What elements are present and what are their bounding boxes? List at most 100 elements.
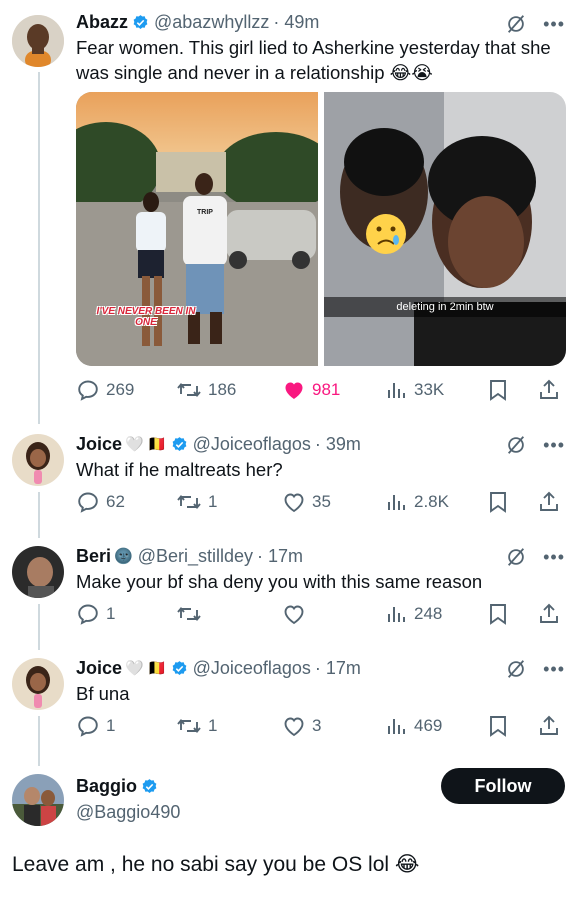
more-icon[interactable]: ••• xyxy=(543,436,565,454)
grok-icon[interactable] xyxy=(505,434,527,456)
author-name[interactable]: Joice xyxy=(76,434,122,455)
bookmark-button[interactable] xyxy=(488,714,508,738)
views-count: 469 xyxy=(414,716,443,735)
timestamp[interactable]: · 17m xyxy=(257,546,303,567)
reply-icon xyxy=(78,604,98,625)
repost-button[interactable]: 186 xyxy=(176,378,236,402)
reply-joice-2[interactable]: Joice 🤍 🇧🇪 @Joiceoflagos · 17m Bf una ••… xyxy=(0,656,579,746)
author-handle[interactable]: @Joiceoflagos xyxy=(193,658,311,679)
like-icon xyxy=(284,493,304,513)
verified-icon xyxy=(172,436,186,451)
more-icon[interactable]: ••• xyxy=(543,660,565,678)
verified-icon xyxy=(172,660,186,675)
author-name[interactable]: Abazz xyxy=(76,12,128,33)
share-button[interactable] xyxy=(538,490,560,514)
repost-icon xyxy=(177,607,201,621)
photo-right[interactable]: deleting in 2min btw xyxy=(324,92,566,366)
share-icon xyxy=(540,491,558,511)
avatar[interactable] xyxy=(12,15,64,67)
reply-button[interactable]: 62 xyxy=(76,490,125,514)
repost-count: 186 xyxy=(208,380,237,399)
like-button[interactable] xyxy=(282,602,306,626)
views-button[interactable]: 2.8K xyxy=(386,490,449,514)
share-button[interactable] xyxy=(538,602,560,626)
views-count: 248 xyxy=(414,604,443,623)
like-count: 981 xyxy=(312,380,341,399)
reply-joice-1[interactable]: Joice 🤍 🇧🇪 @Joiceoflagos · 39m What if h… xyxy=(0,432,579,522)
tweet-abazz[interactable]: Abazz @abazwhyllzz · 49m Fear women. Thi… xyxy=(0,10,579,410)
timestamp[interactable]: · 17m xyxy=(315,658,361,679)
emoji: 😂😭 xyxy=(389,62,433,83)
repost-button[interactable]: 1 xyxy=(176,490,217,514)
reply-icon xyxy=(78,492,98,513)
more-icon[interactable]: ••• xyxy=(543,15,565,33)
media-gallery[interactable]: TRIP I'VE NEVER BEEN IN ONE deleting in … xyxy=(76,92,566,366)
author-handle[interactable]: @Joiceoflagos xyxy=(193,434,311,455)
emoji: 😂 xyxy=(394,853,420,876)
bookmark-button[interactable] xyxy=(488,602,508,626)
author-name[interactable]: Joice xyxy=(76,658,122,679)
profile-emoji: 🤍 🇧🇪 xyxy=(125,436,167,453)
avatar[interactable] xyxy=(12,774,64,826)
repost-count: 1 xyxy=(208,492,218,511)
like-icon xyxy=(284,717,304,737)
like-button[interactable]: 3 xyxy=(282,714,321,738)
verified-icon xyxy=(133,14,148,29)
repost-icon xyxy=(177,495,201,509)
views-icon xyxy=(388,719,405,734)
author-name[interactable]: Beri xyxy=(76,546,111,567)
main-tweet-text: Leave am , he no sabi say you be OS lol … xyxy=(12,853,420,876)
avatar[interactable] xyxy=(12,434,64,486)
views-button[interactable]: 248 xyxy=(386,602,442,626)
reply-beri[interactable]: Beri 🌚 @Beri_stilldey · 17m Make your bf… xyxy=(0,544,579,634)
tweet-text: Make your bf sha deny you with this same… xyxy=(76,571,483,592)
tweet-actions: 269 186 981 33K xyxy=(76,376,565,404)
share-button[interactable] xyxy=(538,714,560,738)
like-count: 35 xyxy=(312,492,331,511)
grok-icon[interactable] xyxy=(505,13,527,35)
more-icon[interactable]: ••• xyxy=(543,548,565,566)
tweet-actions: 1 248 xyxy=(76,600,565,628)
author-handle[interactable]: @Beri_stilldey xyxy=(138,546,253,567)
video-caption: I'VE NEVER BEEN IN ONE xyxy=(96,306,196,328)
bookmark-button[interactable] xyxy=(488,378,508,402)
reply-button[interactable]: 269 xyxy=(76,378,134,402)
views-icon xyxy=(388,383,405,398)
views-button[interactable]: 469 xyxy=(386,714,442,738)
repost-button[interactable] xyxy=(176,602,202,626)
like-button[interactable]: 35 xyxy=(282,490,331,514)
bookmark-icon xyxy=(490,716,506,737)
author-handle[interactable]: @abazwhyllzz xyxy=(154,12,269,33)
reply-button[interactable]: 1 xyxy=(76,714,115,738)
views-icon xyxy=(388,495,405,510)
reply-count: 62 xyxy=(106,492,125,511)
profile-emoji: 🤍 🇧🇪 xyxy=(125,660,167,677)
timestamp[interactable]: · 39m xyxy=(315,434,361,455)
like-button[interactable]: 981 xyxy=(282,378,340,402)
reply-count: 269 xyxy=(106,380,135,399)
repost-icon xyxy=(177,383,201,397)
repost-button[interactable]: 1 xyxy=(176,714,217,738)
views-button[interactable]: 33K xyxy=(386,378,444,402)
follow-button[interactable]: Follow xyxy=(441,768,565,804)
reply-count: 1 xyxy=(106,716,116,735)
share-button[interactable] xyxy=(538,378,560,402)
share-icon xyxy=(540,715,558,735)
avatar[interactable] xyxy=(12,546,64,598)
repost-icon xyxy=(177,719,201,733)
tweet-text: Fear women. This girl lied to Asherkine … xyxy=(76,37,551,83)
timestamp[interactable]: · 49m xyxy=(273,12,319,33)
repost-count: 1 xyxy=(208,716,218,735)
bookmark-button[interactable] xyxy=(488,490,508,514)
reply-button[interactable]: 1 xyxy=(76,602,115,626)
grok-icon[interactable] xyxy=(505,658,527,680)
avatar[interactable] xyxy=(12,658,64,710)
snap-caption: deleting in 2min btw xyxy=(396,301,494,313)
share-icon xyxy=(540,379,558,399)
verified-icon xyxy=(142,778,157,793)
author-handle[interactable]: @Baggio490 xyxy=(76,802,180,823)
share-icon xyxy=(540,603,558,623)
photo-left[interactable]: TRIP I'VE NEVER BEEN IN ONE xyxy=(76,92,318,366)
author-name[interactable]: Baggio xyxy=(76,776,137,797)
grok-icon[interactable] xyxy=(505,546,527,568)
